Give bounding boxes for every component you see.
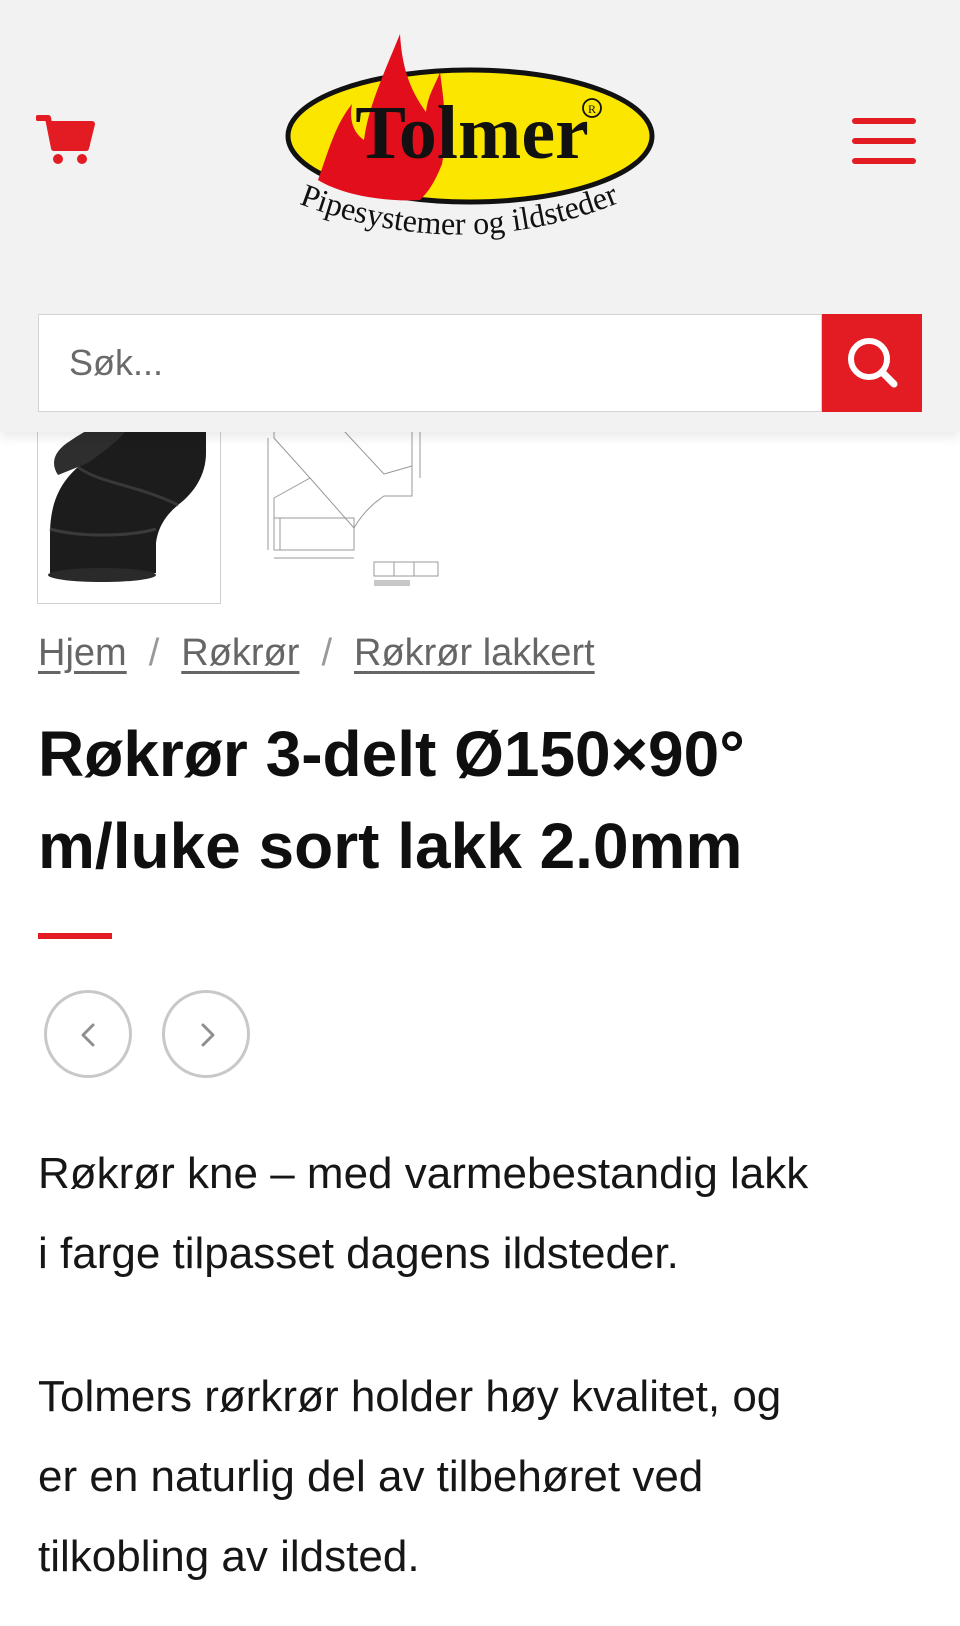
- chevron-left-icon: [81, 1023, 95, 1047]
- previous-product-button[interactable]: [44, 990, 132, 1078]
- product-thumbnail-drawing[interactable]: [262, 417, 462, 608]
- breadcrumb-separator: /: [321, 632, 332, 674]
- search-input[interactable]: [38, 314, 822, 412]
- breadcrumb: Hjem / Røkrør / Røkrør lakkert: [38, 632, 595, 675]
- breadcrumb-separator: /: [148, 632, 160, 674]
- search-icon: [848, 338, 898, 388]
- next-product-button[interactable]: [162, 990, 250, 1078]
- description-paragraph-1: Røkrør kne – med varmebestandig lakk i f…: [38, 1149, 809, 1278]
- hamburger-menu-icon: [852, 118, 916, 124]
- cart-icon: [35, 115, 95, 164]
- chevron-right-icon: [201, 1023, 215, 1047]
- tolmer-logo[interactable]: Tolmer R Pipesystemer og ildsteder: [278, 28, 658, 260]
- search-button[interactable]: [822, 314, 922, 412]
- product-title-line2: m/luke sort lakk 2.0mm: [38, 810, 743, 882]
- product-thumbnail-photo[interactable]: [37, 404, 221, 604]
- product-title: Røkrør 3-delt Ø150×90° m/luke sort lakk …: [38, 708, 918, 892]
- breadcrumb-link-home[interactable]: Hjem: [38, 632, 127, 674]
- pipe-elbow-image: [48, 405, 206, 582]
- breadcrumb-link-rokror[interactable]: Røkrør: [181, 632, 299, 674]
- technical-drawing-image: [267, 417, 439, 586]
- breadcrumb-link-rokror-lakkert[interactable]: Røkrør lakkert: [354, 632, 595, 674]
- search-bar: [38, 314, 922, 412]
- logo-brand: Tolmer: [355, 91, 589, 175]
- registered-mark: R: [588, 102, 596, 116]
- hamburger-menu-button[interactable]: [852, 116, 918, 166]
- title-divider: [38, 933, 112, 939]
- description-paragraph-2: Tolmers rørkrør holder høy kvalitet, og …: [38, 1372, 782, 1581]
- cart-button[interactable]: [35, 112, 96, 168]
- product-title-line1: Røkrør 3-delt Ø150×90°: [38, 718, 745, 790]
- site-header: Tolmer R Pipesystemer og ildsteder: [0, 0, 960, 432]
